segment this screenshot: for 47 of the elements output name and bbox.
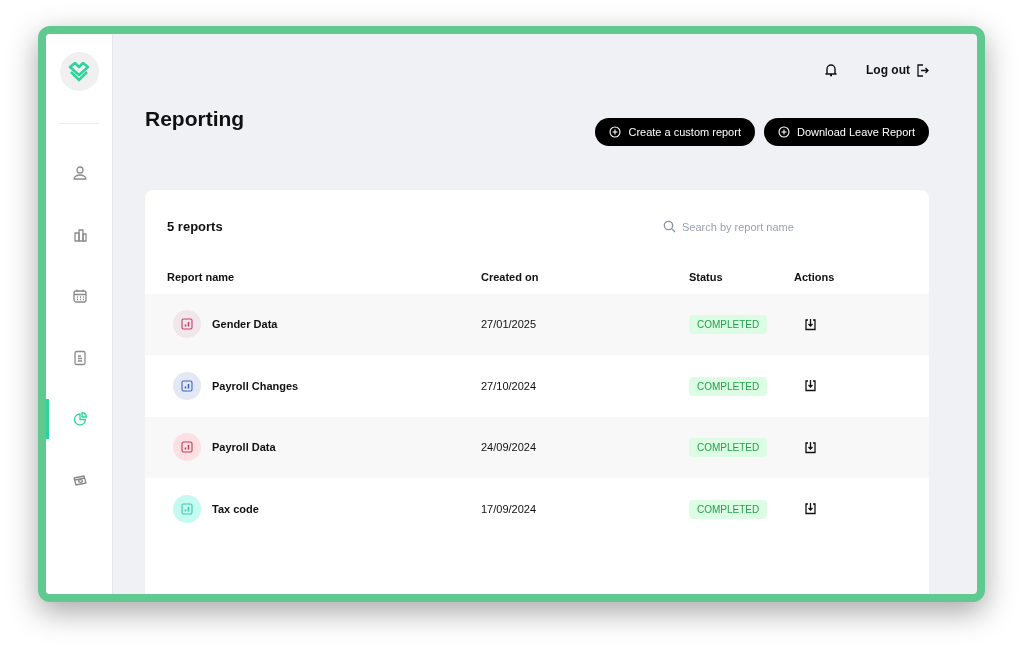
status-badge: COMPLETED: [689, 499, 768, 519]
report-action-button[interactable]: Create a custom report: [595, 118, 755, 146]
download-button[interactable]: [804, 317, 817, 331]
plus-circle-icon: [777, 126, 790, 138]
column-header: Actions: [794, 270, 836, 286]
person-icon: [71, 165, 88, 181]
download-icon: [804, 317, 817, 331]
bar-chart-icon: [181, 441, 193, 454]
report-row[interactable]: Gender Data 27/01/2025 COMPLETED: [145, 293, 929, 355]
plus-circle-icon: [609, 126, 622, 138]
download-icon: [804, 379, 817, 393]
download-button[interactable]: [804, 379, 817, 393]
bar-chart-icon: [181, 318, 193, 331]
page-title: Reporting: [145, 106, 245, 132]
pie-chart-icon: [71, 411, 88, 427]
created-date: 27/10/2024: [481, 378, 538, 394]
document-icon: [71, 349, 88, 366]
report-name: Payroll Data: [212, 440, 276, 455]
report-row[interactable]: Payroll Data 24/09/2024 COMPLETED: [145, 416, 929, 478]
buildings-icon: [71, 226, 88, 243]
status-badge: COMPLETED: [689, 376, 768, 396]
banknote-icon: [71, 472, 88, 489]
report-name: Payroll Changes: [212, 378, 299, 394]
logout-button[interactable]: Log out: [866, 61, 929, 79]
search-icon: [663, 220, 676, 234]
status-badge: COMPLETED: [689, 315, 768, 334]
status-badge: COMPLETED: [689, 438, 768, 457]
logout-icon: [916, 63, 929, 77]
column-header: Report name: [167, 270, 236, 286]
report-count: 5 reports: [167, 218, 223, 236]
bar-chart-icon: [181, 379, 193, 392]
created-date: 24/09/2024: [481, 440, 538, 455]
report-name: Tax code: [212, 501, 259, 517]
created-date: 17/09/2024: [481, 501, 538, 517]
download-icon: [804, 502, 817, 516]
download-icon: [804, 440, 817, 454]
report-action-button[interactable]: Download Leave Report: [763, 118, 929, 146]
download-button[interactable]: [804, 440, 817, 454]
column-header: Created on: [481, 270, 540, 286]
heart-logo-icon: [68, 61, 90, 82]
download-button[interactable]: [804, 502, 817, 516]
bell-icon[interactable]: [824, 63, 838, 77]
report-name: Gender Data: [212, 317, 278, 332]
column-header: Status: [689, 270, 724, 286]
created-date: 27/01/2025: [481, 317, 538, 332]
calendar-icon: [71, 288, 88, 304]
bar-chart-icon: [181, 502, 193, 515]
